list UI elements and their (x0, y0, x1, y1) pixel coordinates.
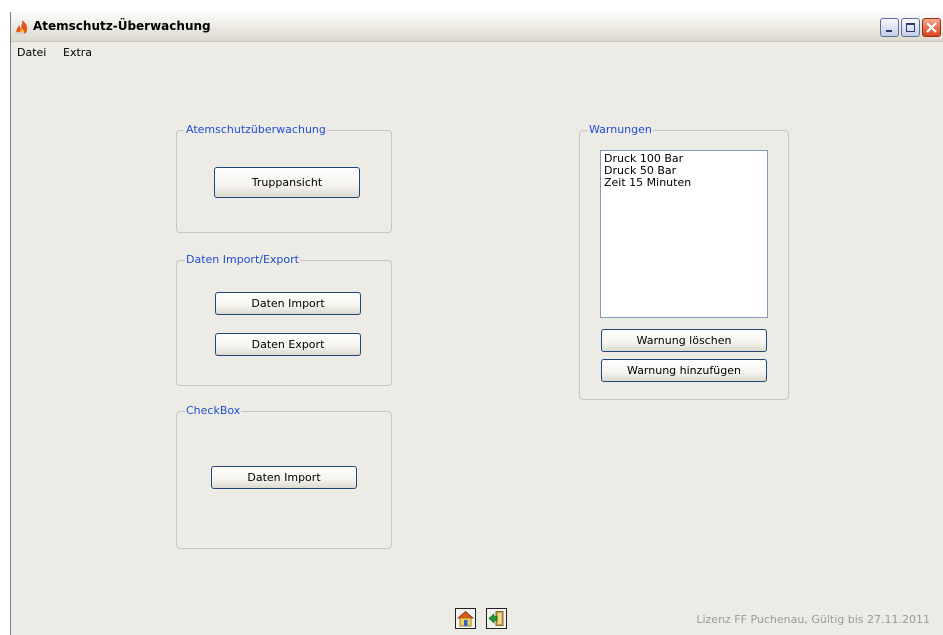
exit-button[interactable] (486, 608, 507, 629)
group-atemschutz: Atemschutzüberwachung Truppansicht (176, 123, 392, 233)
menu-extra[interactable]: Extra (63, 46, 92, 59)
minimize-button[interactable] (880, 18, 899, 37)
home-button[interactable] (455, 608, 476, 629)
minimize-icon (886, 30, 892, 32)
menu-bar: Datei Extra (11, 43, 943, 61)
license-text: Lizenz FF Puchenau, Gültig bis 27.11.201… (696, 613, 930, 626)
maximize-icon (906, 23, 915, 32)
group-warnungen-legend: Warnungen (588, 123, 653, 136)
group-warnungen: Warnungen Druck 100 Bar Druck 50 Bar Zei… (579, 123, 789, 400)
warnung-loeschen-button[interactable]: Warnung löschen (601, 329, 767, 352)
maximize-button[interactable] (901, 18, 920, 37)
list-item[interactable]: Zeit 15 Minuten (604, 177, 764, 189)
group-daten: Daten Import/Export Daten Import Daten E… (176, 253, 392, 386)
title-bar[interactable]: Atemschutz-Überwachung (11, 12, 943, 42)
home-icon (457, 610, 474, 627)
daten-export-button[interactable]: Daten Export (215, 333, 361, 356)
window-title: Atemschutz-Überwachung (33, 19, 211, 33)
daten-import-button[interactable]: Daten Import (215, 292, 361, 315)
app-flame-icon (14, 19, 30, 35)
app-window: Atemschutz-Überwachung Datei Extra Atems… (10, 12, 943, 635)
group-atemschutz-legend: Atemschutzüberwachung (185, 123, 327, 136)
group-checkbox-legend: CheckBox (185, 404, 242, 417)
truppansicht-button[interactable]: Truppansicht (214, 167, 360, 198)
group-checkbox: CheckBox Daten Import (176, 404, 392, 549)
exit-door-icon (488, 611, 504, 626)
menu-datei[interactable]: Datei (17, 46, 46, 59)
warnungen-listbox[interactable]: Druck 100 Bar Druck 50 Bar Zeit 15 Minut… (600, 150, 768, 318)
group-daten-legend: Daten Import/Export (185, 253, 300, 266)
warnung-hinzufuegen-button[interactable]: Warnung hinzufügen (601, 359, 767, 382)
close-button[interactable] (922, 18, 941, 37)
close-icon (926, 22, 937, 33)
checkbox-daten-import-button[interactable]: Daten Import (211, 466, 357, 489)
